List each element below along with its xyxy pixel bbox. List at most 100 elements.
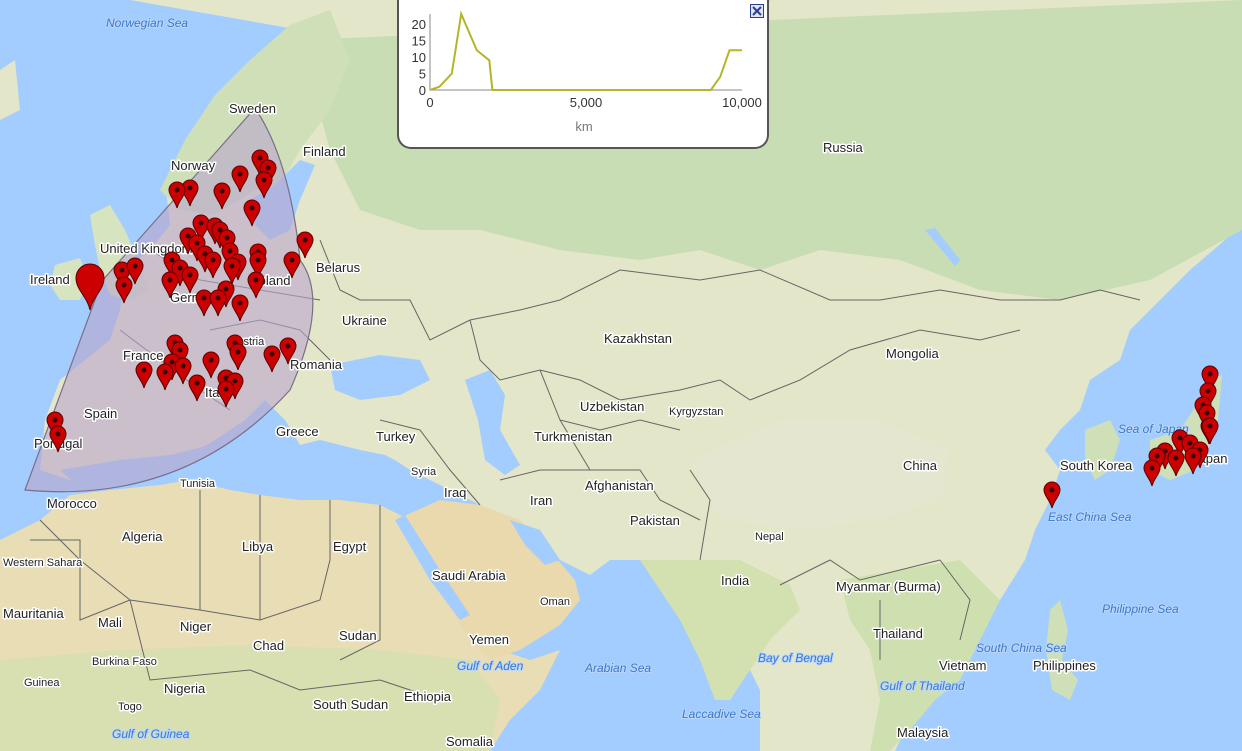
y-tick-label: 5	[419, 66, 426, 81]
y-tick-label: 20	[412, 17, 426, 32]
label-belarus: Belarus	[316, 260, 361, 275]
label-romania: Romania	[290, 357, 343, 372]
label-gulf-of-thailand: Gulf of Thailand	[880, 679, 965, 693]
x-tick-label: 10,000	[722, 95, 762, 110]
label-oman: Oman	[540, 596, 570, 608]
marker-dot	[255, 257, 261, 263]
label-sudan: Sudan	[339, 628, 377, 643]
label-south-sudan: South Sudan	[313, 697, 388, 712]
label-philippines: Philippines	[1033, 658, 1096, 673]
marker-dot	[249, 205, 255, 211]
marker-dot	[201, 295, 207, 301]
label-morocco: Morocco	[47, 496, 97, 511]
label-somalia: Somalia	[446, 734, 494, 749]
chart-axes	[429, 14, 742, 91]
marker-dot	[1154, 453, 1160, 459]
label-pakistan: Pakistan	[630, 513, 680, 528]
marker-dot	[174, 187, 180, 193]
label-gulf-of-aden: Gulf of Aden	[457, 659, 524, 673]
label-burkina-faso: Burkina Faso	[92, 656, 157, 668]
marker-dot	[1205, 388, 1211, 394]
marker-dot	[1207, 371, 1213, 377]
label-sweden: Sweden	[229, 101, 276, 116]
y-tick-label: 10	[412, 50, 426, 65]
label-france: France	[123, 348, 163, 363]
marker-dot	[265, 165, 271, 171]
marker-dot	[227, 248, 233, 254]
marker-dot	[198, 220, 204, 226]
label-western-sahara: Western Sahara	[3, 557, 83, 569]
close-x-icon[interactable]	[750, 4, 764, 18]
marker-dot	[208, 357, 214, 363]
label-south-china-sea: South China Sea	[976, 641, 1067, 655]
marker-dot	[162, 369, 168, 375]
marker-dot	[261, 177, 267, 183]
marker-dot	[1190, 453, 1196, 459]
marker-dot	[169, 359, 175, 365]
label-russia: Russia	[823, 140, 864, 155]
x-tick-label: 0	[426, 95, 433, 110]
marker-dot	[132, 263, 138, 269]
label-iraq: Iraq	[444, 485, 466, 500]
label-south-korea: South Korea	[1060, 458, 1133, 473]
label-tunisia: Tunisia	[180, 478, 216, 490]
label-myanmar: Myanmar (Burma)	[836, 579, 941, 594]
marker-dot	[185, 233, 191, 239]
marker-dot	[121, 282, 127, 288]
marker-dot	[119, 267, 125, 273]
marker-dot	[194, 240, 200, 246]
marker-dot	[141, 367, 147, 373]
marker-dot	[180, 363, 186, 369]
elevation-profile-popup: 0 5,000 10,000 0 5 10 15 20 km	[397, 0, 769, 149]
marker-dot	[1207, 423, 1213, 429]
marker-dot	[223, 386, 229, 392]
marker-dot	[232, 378, 238, 384]
label-bay-of-bengal: Bay of Bengal	[758, 651, 833, 665]
marker-dot	[187, 272, 193, 278]
label-togo: Togo	[118, 701, 142, 713]
marker-dot	[229, 263, 235, 269]
label-kazakhstan: Kazakhstan	[604, 331, 672, 346]
marker-dot	[187, 185, 193, 191]
label-guinea: Guinea	[24, 677, 60, 689]
elevation-chart: 0 5,000 10,00005101520km	[412, 10, 762, 134]
label-ukraine: Ukraine	[342, 313, 387, 328]
marker-dot	[55, 431, 61, 437]
marker-dot	[235, 349, 241, 355]
label-ethiopia: Ethiopia	[404, 689, 452, 704]
label-mongolia: Mongolia	[886, 346, 940, 361]
y-tick-label: 15	[412, 33, 426, 48]
label-arabian-sea: Arabian Sea	[584, 661, 651, 675]
label-saudi-arabia: Saudi Arabia	[432, 568, 506, 583]
label-mauritania: Mauritania	[3, 606, 64, 621]
label-united-kingdom: United Kingdom	[100, 241, 193, 256]
marker-dot	[52, 417, 58, 423]
label-chad: Chad	[253, 638, 284, 653]
marker-dot	[223, 286, 229, 292]
label-afghanistan: Afghanistan	[585, 478, 654, 493]
marker-dot	[289, 257, 295, 263]
marker-dot	[1173, 455, 1179, 461]
label-turkey: Turkey	[376, 429, 416, 444]
label-mali: Mali	[98, 615, 122, 630]
label-india: India	[721, 573, 750, 588]
marker-dot	[219, 188, 225, 194]
y-tick-label: 0	[419, 83, 426, 98]
marker-dot	[224, 235, 230, 241]
label-greece: Greece	[276, 424, 319, 439]
marker-dot	[1187, 440, 1193, 446]
label-nigeria: Nigeria	[164, 681, 206, 696]
x-tick-label: 5,000	[570, 95, 603, 110]
label-norway: Norway	[171, 158, 216, 173]
label-uzbekistan: Uzbekistan	[580, 399, 644, 414]
marker-dot	[194, 380, 200, 386]
label-philippine-sea: Philippine Sea	[1102, 602, 1179, 616]
label-vietnam: Vietnam	[939, 658, 986, 673]
marker-dot	[177, 265, 183, 271]
marker-dot	[253, 277, 259, 283]
label-nepal: Nepal	[755, 531, 784, 543]
label-egypt: Egypt	[333, 539, 367, 554]
label-china: China	[903, 458, 938, 473]
marker-dot	[1149, 465, 1155, 471]
label-turkmenistan: Turkmenistan	[534, 429, 612, 444]
